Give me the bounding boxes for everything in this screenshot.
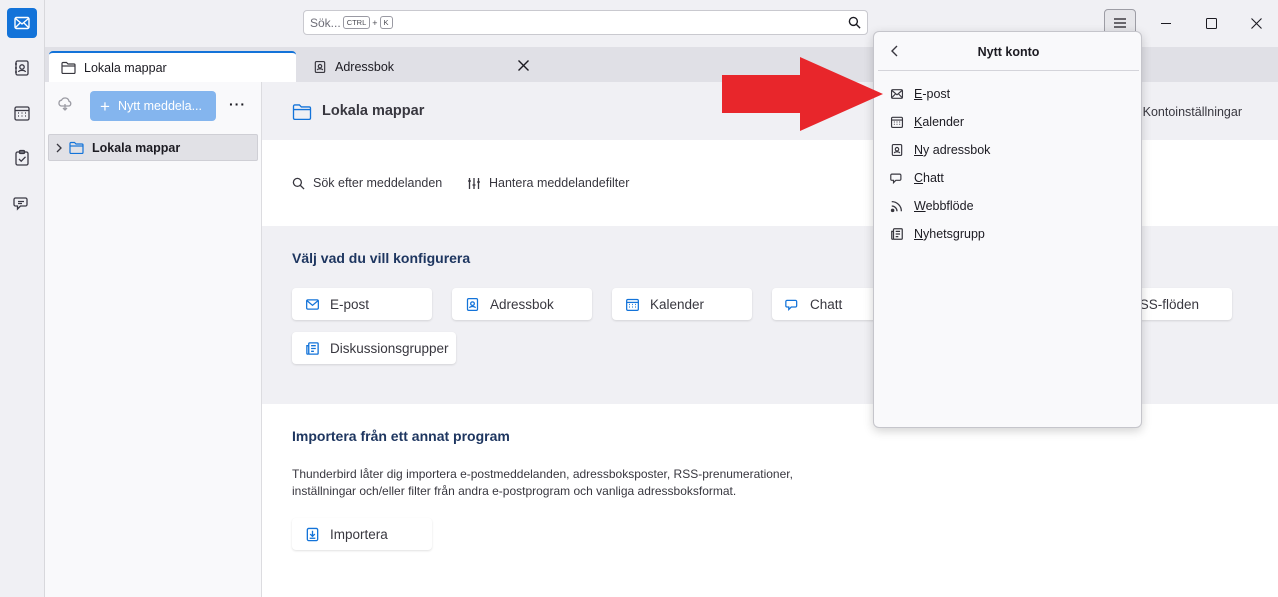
- kbd-k: K: [379, 16, 393, 29]
- calendar-icon: [14, 106, 30, 121]
- folder-pane: + Nytt meddela... ··· Lokala mappar: [45, 82, 262, 597]
- minimize-button[interactable]: [1151, 9, 1181, 37]
- chevron-right-icon[interactable]: [55, 143, 63, 153]
- menu-item-chat[interactable]: Chatt: [890, 166, 944, 190]
- menu-item-feed[interactable]: Webbflöde: [890, 194, 974, 218]
- addressbook-icon: [15, 60, 29, 76]
- folder-label: Lokala mappar: [92, 140, 181, 155]
- newsgroup-icon: [306, 341, 319, 355]
- chat-space-button[interactable]: [7, 188, 37, 218]
- folder-pane-menu-button[interactable]: ···: [229, 96, 246, 112]
- chat-icon: [13, 197, 28, 211]
- addressbook-icon: [314, 60, 326, 73]
- tasks-space-button[interactable]: [7, 143, 37, 173]
- menu-item-calendar[interactable]: Kalender: [890, 110, 964, 134]
- import-description: Thunderbird låter dig importera e-postme…: [292, 467, 793, 498]
- setup-newsgroup-button[interactable]: Diskussionsgrupper: [292, 332, 456, 364]
- addressbook-icon: [466, 297, 479, 311]
- calendar-space-button[interactable]: [7, 98, 37, 128]
- setup-calendar-button[interactable]: Kalender: [612, 288, 752, 320]
- search-messages-link[interactable]: Sök efter meddelanden: [292, 176, 442, 190]
- close-tab-icon[interactable]: [518, 60, 529, 71]
- tab-local-folders[interactable]: Lokala mappar: [49, 51, 296, 82]
- import-section: Importera från ett annat program Thunder…: [262, 404, 1278, 597]
- menu-item-new-addressbook[interactable]: Ny adressbok: [890, 138, 990, 162]
- search-icon: [292, 177, 305, 190]
- maximize-icon: [1205, 17, 1217, 29]
- kbd-plus: +: [372, 17, 378, 28]
- mail-space-button[interactable]: [7, 8, 37, 38]
- maximize-button[interactable]: [1196, 9, 1226, 37]
- calendar-icon: [890, 116, 904, 129]
- mail-icon: [306, 298, 319, 310]
- folder-icon: [292, 103, 312, 120]
- mail-icon: [14, 16, 30, 30]
- rss-icon: [890, 200, 903, 213]
- get-messages-icon[interactable]: [57, 96, 73, 112]
- spaces-toolbar: [0, 0, 45, 597]
- new-message-label: Nytt meddela...: [117, 99, 203, 113]
- hamburger-icon: [1114, 18, 1126, 28]
- chat-icon: [890, 173, 902, 185]
- tab-label: Adressbok: [335, 59, 395, 74]
- kbd-ctrl: CTRL: [342, 16, 371, 29]
- mail-icon: [890, 89, 904, 99]
- addressbook-icon: [891, 143, 903, 157]
- addressbook-space-button[interactable]: [7, 53, 37, 83]
- red-arrow-annotation: [722, 57, 883, 131]
- search-input[interactable]: Sök... CTRL + K: [303, 10, 868, 35]
- tab-label: Lokala mappar: [84, 60, 167, 75]
- new-message-button[interactable]: + Nytt meddela...: [90, 91, 216, 121]
- tasks-icon: [15, 149, 29, 166]
- search-icon[interactable]: [848, 16, 861, 29]
- newsgroup-icon: [891, 228, 903, 240]
- minimize-icon: [1161, 23, 1171, 24]
- account-settings-link[interactable]: Kontoinställningar: [1143, 105, 1242, 119]
- close-icon: [1250, 17, 1262, 29]
- menu-item-email[interactable]: E-post: [890, 82, 950, 106]
- section-title: Välj vad du vill konfigurera: [292, 250, 471, 266]
- search-placeholder: Sök...: [310, 15, 341, 30]
- page-title: Lokala mappar: [322, 103, 425, 119]
- import-icon: [306, 527, 319, 541]
- chat-icon: [785, 299, 798, 311]
- plus-icon: +: [100, 96, 110, 116]
- close-window-button[interactable]: [1241, 9, 1271, 37]
- tab-addressbook[interactable]: Adressbok: [301, 51, 541, 82]
- new-account-panel: Nytt konto E-post Kalender Ny adressbok …: [873, 31, 1142, 428]
- folder-tree-item[interactable]: Lokala mappar: [48, 134, 258, 161]
- setup-email-button[interactable]: E-post: [292, 288, 432, 320]
- message-filters-link[interactable]: Hantera meddelandefilter: [467, 176, 629, 190]
- folder-icon: [69, 141, 84, 154]
- menu-item-newsgroup[interactable]: Nyhetsgrupp: [890, 222, 985, 246]
- calendar-icon: [626, 298, 639, 311]
- panel-title: Nytt konto: [977, 45, 1040, 59]
- setup-addressbook-button[interactable]: Adressbok: [452, 288, 592, 320]
- filter-icon: [468, 177, 480, 189]
- folder-icon: [61, 61, 76, 74]
- divider: [878, 70, 1139, 71]
- import-button[interactable]: Importera: [292, 518, 432, 550]
- section-title: Importera från ett annat program: [292, 428, 510, 444]
